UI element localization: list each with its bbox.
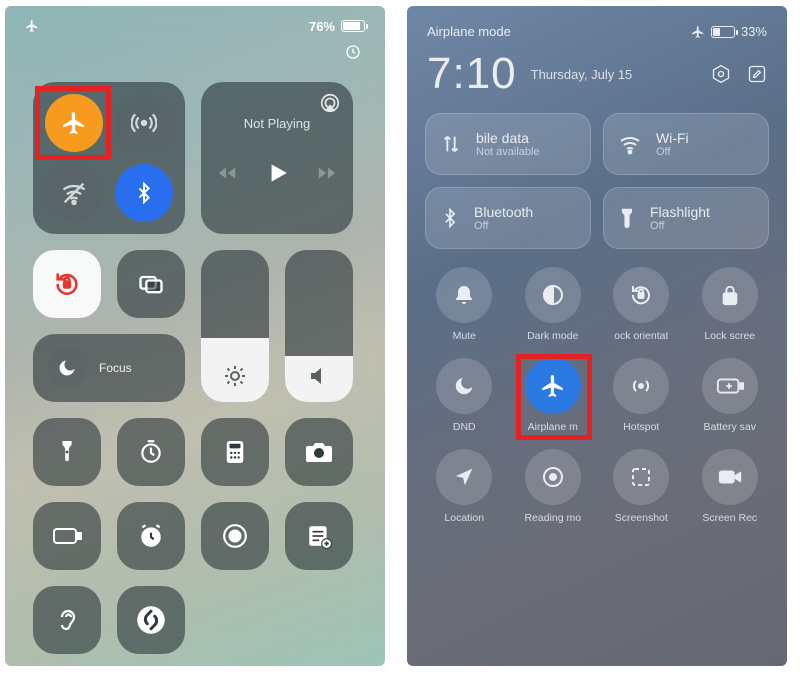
loc-label: Location bbox=[444, 512, 484, 524]
lock-label: Lock scree bbox=[704, 330, 755, 342]
hotspot-button[interactable] bbox=[613, 358, 669, 414]
airplane-mode-button[interactable] bbox=[45, 94, 103, 152]
settings-icon[interactable] bbox=[711, 64, 731, 84]
airplane-status-icon bbox=[25, 19, 39, 33]
shazam-button[interactable] bbox=[117, 586, 185, 654]
flashlight-button[interactable] bbox=[33, 418, 101, 486]
read-button[interactable] bbox=[525, 449, 581, 505]
calculator-button[interactable] bbox=[201, 418, 269, 486]
dnd-label: DND bbox=[453, 421, 476, 433]
wifi-icon bbox=[618, 132, 642, 156]
flashlight-icon bbox=[618, 207, 636, 229]
android-status-bar: Airplane mode 33% bbox=[407, 6, 787, 39]
batt-label: Battery sav bbox=[703, 421, 756, 433]
notes-button[interactable] bbox=[285, 502, 353, 570]
loc-button[interactable] bbox=[436, 449, 492, 505]
volume-icon bbox=[307, 364, 331, 388]
connectivity-tile bbox=[33, 82, 185, 234]
camera-button[interactable] bbox=[285, 418, 353, 486]
media-next-button[interactable] bbox=[316, 162, 338, 184]
battery-icon bbox=[341, 20, 365, 32]
airplane-mode-label: Airplane mode bbox=[427, 24, 511, 39]
media-label: Not Playing bbox=[201, 116, 353, 131]
air-label: Airplane m bbox=[528, 421, 578, 433]
orientation-status-icon bbox=[345, 44, 361, 60]
dark-button[interactable] bbox=[525, 267, 581, 323]
toggle-dnd: DND bbox=[425, 358, 504, 433]
focus-label: Focus bbox=[99, 361, 132, 375]
read-label: Reading mo bbox=[524, 512, 581, 524]
clock-row: 7:10 Thursday, July 15 bbox=[407, 39, 787, 113]
clock: 7:10 bbox=[427, 49, 517, 99]
orientation-lock-button[interactable] bbox=[33, 250, 101, 318]
toggle-hotspot: Hotspot bbox=[602, 358, 681, 433]
air-button[interactable] bbox=[525, 358, 581, 414]
toggle-read: Reading mo bbox=[514, 449, 593, 524]
edit-icon[interactable] bbox=[747, 64, 767, 84]
screen-record-button[interactable] bbox=[201, 502, 269, 570]
bluetooth-button[interactable] bbox=[115, 164, 173, 222]
low-power-button[interactable] bbox=[33, 502, 101, 570]
battery-pct: 33% bbox=[741, 24, 767, 39]
rot-label: ock orientat bbox=[614, 330, 668, 342]
toggle-rec: Screen Rec bbox=[691, 449, 770, 524]
dark-label: Dark mode bbox=[527, 330, 578, 342]
android-quick-settings: Airplane mode 33% 7:10 Thursday, July 15… bbox=[407, 6, 787, 666]
airplane-status-icon bbox=[691, 25, 705, 39]
toggle-rot: ock orientat bbox=[602, 267, 681, 342]
date: Thursday, July 15 bbox=[531, 67, 633, 82]
ios-control-center: 76% No bbox=[5, 6, 385, 666]
focus-button[interactable]: Focus bbox=[33, 334, 185, 402]
toggle-shot: Screenshot bbox=[602, 449, 681, 524]
battery-icon bbox=[711, 26, 735, 38]
round-toggle-grid: Mute Dark mode ock orientat Lock scree DND Ai… bbox=[407, 249, 787, 532]
mute-button[interactable] bbox=[436, 267, 492, 323]
mobile-data-icon bbox=[440, 133, 462, 155]
mobile-data-tile[interactable]: bile dataNot available bbox=[425, 113, 591, 175]
mute-label: Mute bbox=[453, 330, 476, 342]
rec-button[interactable] bbox=[702, 449, 758, 505]
rot-button[interactable] bbox=[613, 267, 669, 323]
moon-icon bbox=[47, 348, 87, 388]
airplay-icon[interactable] bbox=[319, 92, 341, 114]
dnd-button[interactable] bbox=[436, 358, 492, 414]
toggle-mute: Mute bbox=[425, 267, 504, 342]
volume-slider[interactable] bbox=[285, 250, 353, 402]
shot-button[interactable] bbox=[613, 449, 669, 505]
media-tile[interactable]: Not Playing bbox=[201, 82, 353, 234]
shot-label: Screenshot bbox=[615, 512, 668, 524]
cellular-button[interactable] bbox=[115, 94, 173, 152]
hotspot-label: Hotspot bbox=[623, 421, 659, 433]
timer-button[interactable] bbox=[117, 418, 185, 486]
batt-button[interactable] bbox=[702, 358, 758, 414]
rec-label: Screen Rec bbox=[702, 512, 757, 524]
flashlight-tile[interactable]: FlashlightOff bbox=[603, 187, 769, 249]
screen-mirroring-button[interactable] bbox=[117, 250, 185, 318]
brightness-slider[interactable] bbox=[201, 250, 269, 402]
battery-pct: 76% bbox=[309, 19, 335, 34]
media-prev-button[interactable] bbox=[216, 162, 238, 184]
bluetooth-tile[interactable]: BluetoothOff bbox=[425, 187, 591, 249]
brightness-icon bbox=[223, 364, 247, 388]
alarm-button[interactable] bbox=[117, 502, 185, 570]
toggle-air: Airplane m bbox=[514, 358, 593, 433]
toggle-dark: Dark mode bbox=[514, 267, 593, 342]
wifi-button[interactable] bbox=[45, 164, 103, 222]
wifi-tile[interactable]: Wi-FiOff bbox=[603, 113, 769, 175]
hearing-button[interactable] bbox=[33, 586, 101, 654]
ios-status-bar: 76% bbox=[5, 12, 385, 40]
toggle-batt: Battery sav bbox=[691, 358, 770, 433]
media-play-button[interactable] bbox=[264, 160, 290, 186]
toggle-loc: Location bbox=[425, 449, 504, 524]
lock-button[interactable] bbox=[702, 267, 758, 323]
bluetooth-icon bbox=[440, 208, 460, 228]
toggle-lock: Lock scree bbox=[691, 267, 770, 342]
